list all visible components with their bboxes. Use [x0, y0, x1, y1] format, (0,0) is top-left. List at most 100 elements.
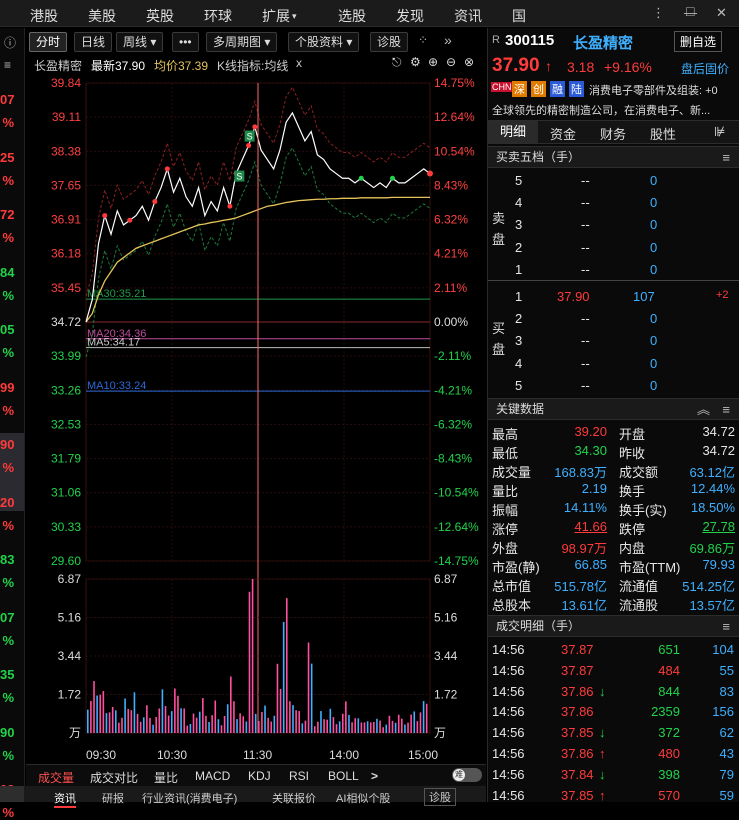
- trade-tick-row[interactable]: 14:56 37.86 ↑ 480 43: [488, 746, 739, 767]
- tab-more-icon[interactable]: ⊯: [714, 124, 725, 140]
- watchlist-change-pct[interactable]: %: [0, 690, 24, 705]
- watchlist-change-pct[interactable]: %: [0, 115, 24, 130]
- watchlist-change-pct[interactable]: %: [0, 345, 24, 360]
- tab-diagnose[interactable]: 诊股: [424, 788, 456, 806]
- multi-period-button[interactable]: 多周期图 ▾: [206, 32, 278, 52]
- tab-finance[interactable]: 财务: [600, 124, 626, 143]
- trade-tick-row[interactable]: 14:56 37.85 ↑ 570 59: [488, 788, 739, 809]
- buy-signal-marker[interactable]: [164, 166, 170, 172]
- watchlist-change-value[interactable]: 90: [0, 437, 24, 452]
- menu-icon[interactable]: ≡: [722, 616, 730, 637]
- order-book-sell-row[interactable]: 3 -- 0: [488, 214, 739, 236]
- buy-signal-marker[interactable]: [252, 124, 258, 130]
- trade-tick-row[interactable]: 14:56 37.85 ↓ 372 62: [488, 725, 739, 746]
- remove-watchlist-button[interactable]: 删自选: [674, 31, 723, 52]
- tab-industry-news[interactable]: 行业资讯(消费电子): [142, 790, 237, 806]
- tab-ai-similar[interactable]: AI相似个股: [336, 790, 390, 806]
- watchlist-change-pct[interactable]: %: [0, 460, 24, 475]
- nav-global[interactable]: 环球: [204, 6, 232, 26]
- watchlist-change-value[interactable]: 35: [0, 667, 24, 682]
- watchlist-change-value[interactable]: 25: [0, 150, 24, 165]
- after-hours-link[interactable]: 盘后固价: [681, 60, 729, 77]
- watchlist-change-value[interactable]: 90: [0, 725, 24, 740]
- toggle-switch[interactable]: 难: [452, 768, 482, 782]
- diagnose-button[interactable]: 诊股: [370, 32, 409, 52]
- watchlist-change-pct[interactable]: %: [0, 748, 24, 763]
- buy-signal-marker[interactable]: [152, 199, 158, 205]
- watchlist-change-value[interactable]: 99: [0, 380, 24, 395]
- order-book-buy-row[interactable]: 5 -- 0: [488, 375, 739, 397]
- info-icon[interactable]: ⓘ: [4, 34, 16, 51]
- indicator-label[interactable]: K线指标:均线: [217, 57, 288, 74]
- nav-stock-picker[interactable]: 选股: [338, 6, 366, 26]
- tab-volume-compare[interactable]: 成交对比: [90, 769, 138, 786]
- order-book-sell-row[interactable]: 2 -- 0: [488, 237, 739, 259]
- tab-macd[interactable]: MACD: [195, 769, 230, 783]
- order-book-sell-row[interactable]: 4 -- 0: [488, 192, 739, 214]
- tab-weekly[interactable]: 周线 ▾: [116, 32, 164, 52]
- export-icon[interactable]: ⎋: [392, 55, 402, 70]
- watchlist-change-value[interactable]: 07: [0, 92, 24, 107]
- watchlist-change-value[interactable]: 20: [0, 495, 24, 510]
- buy-signal-marker[interactable]: [227, 203, 233, 209]
- settings-icon[interactable]: ⚙: [410, 55, 421, 69]
- watchlist-change-pct[interactable]: %: [0, 230, 24, 245]
- expand-icon[interactable]: ⁘: [418, 33, 428, 47]
- trade-tick-row[interactable]: 14:56 37.86 2359 156: [488, 704, 739, 725]
- tab-volume-ratio[interactable]: 量比: [154, 769, 178, 786]
- sell-signal-marker[interactable]: [358, 175, 364, 181]
- order-book-buy-row[interactable]: 2 -- 0: [488, 308, 739, 330]
- nav-extend[interactable]: 扩展: [262, 6, 290, 26]
- nav-news[interactable]: 资讯: [454, 6, 482, 26]
- sell-signal-marker[interactable]: [389, 175, 395, 181]
- more-periods-button[interactable]: •••: [172, 32, 199, 52]
- intraday-chart-svg[interactable]: 39.84 14.75% 39.11 12.64% 38.38 10.54% 37.65 8.…: [26, 74, 486, 764]
- menu-icon[interactable]: ≡: [722, 147, 730, 168]
- nav-discover[interactable]: 发现: [396, 6, 424, 26]
- watchlist-change-value[interactable]: 72: [0, 207, 24, 222]
- tab-volume[interactable]: 成交量: [38, 769, 74, 786]
- chevron-down-icon[interactable]: ▾: [292, 11, 297, 22]
- tab-news[interactable]: 资讯: [54, 790, 76, 808]
- tab-stock-nature[interactable]: 股性: [650, 124, 676, 143]
- trade-tick-row[interactable]: 14:56 37.87 651 104: [488, 642, 739, 663]
- maximize-icon[interactable]: □: [686, 3, 694, 19]
- indicator-close-icon[interactable]: x: [296, 56, 302, 70]
- tab-related-quotes[interactable]: 关联报价: [272, 790, 316, 806]
- order-book-buy-row[interactable]: 3 -- 0: [488, 330, 739, 352]
- buy-signal-marker[interactable]: [127, 217, 133, 223]
- watchlist-change-value[interactable]: 84: [0, 265, 24, 280]
- nav-us-stocks[interactable]: 美股: [88, 6, 116, 26]
- order-book-buy-row[interactable]: 1 37.90 107 +2: [488, 286, 739, 308]
- close-icon[interactable]: ✕: [716, 5, 727, 21]
- zoom-in-icon[interactable]: ⊕: [428, 55, 438, 69]
- bottom-bar-collapse[interactable]: [0, 786, 24, 802]
- tabs-next-icon[interactable]: >: [371, 769, 378, 783]
- watchlist-change-value[interactable]: 07: [0, 610, 24, 625]
- tab-funds[interactable]: 资金: [550, 124, 576, 143]
- tab-rsi[interactable]: RSI: [289, 769, 309, 783]
- menu-icon[interactable]: ≡: [722, 399, 730, 420]
- collapse-icon[interactable]: »: [444, 32, 452, 48]
- company-description[interactable]: 全球领先的精密制造公司，在消费电子、新...: [492, 102, 738, 118]
- trade-tick-row[interactable]: 14:56 37.86 ↓ 844 83: [488, 684, 739, 705]
- tab-daily[interactable]: 日线: [74, 32, 113, 52]
- zoom-out-icon[interactable]: ⊖: [446, 55, 456, 69]
- buy-signal-marker[interactable]: [246, 143, 252, 149]
- collapse-icon[interactable]: ︽: [697, 399, 710, 420]
- sector-ticker[interactable]: 消费电子零部件及组装: +0: [589, 82, 739, 98]
- tab-kdj[interactable]: KDJ: [248, 769, 271, 783]
- tab-intraday[interactable]: 分时: [29, 32, 68, 52]
- watchlist-change-pct[interactable]: %: [0, 518, 24, 533]
- trade-tick-row[interactable]: 14:56 37.87 484 55: [488, 663, 739, 684]
- trade-tick-row[interactable]: 14:56 37.84 ↓ 398 79: [488, 767, 739, 788]
- watchlist-change-pct[interactable]: %: [0, 575, 24, 590]
- nav-hk-stocks[interactable]: 港股: [30, 6, 58, 26]
- menu-icon[interactable]: ⋮: [652, 5, 665, 21]
- nav-uk-stocks[interactable]: 英股: [146, 6, 174, 26]
- nav-more[interactable]: 国: [512, 6, 526, 26]
- watchlist-change-value[interactable]: 83: [0, 552, 24, 567]
- watchlist-change-pct[interactable]: %: [0, 805, 24, 820]
- watchlist-change-pct[interactable]: %: [0, 403, 24, 418]
- watchlist-change-pct[interactable]: %: [0, 173, 24, 188]
